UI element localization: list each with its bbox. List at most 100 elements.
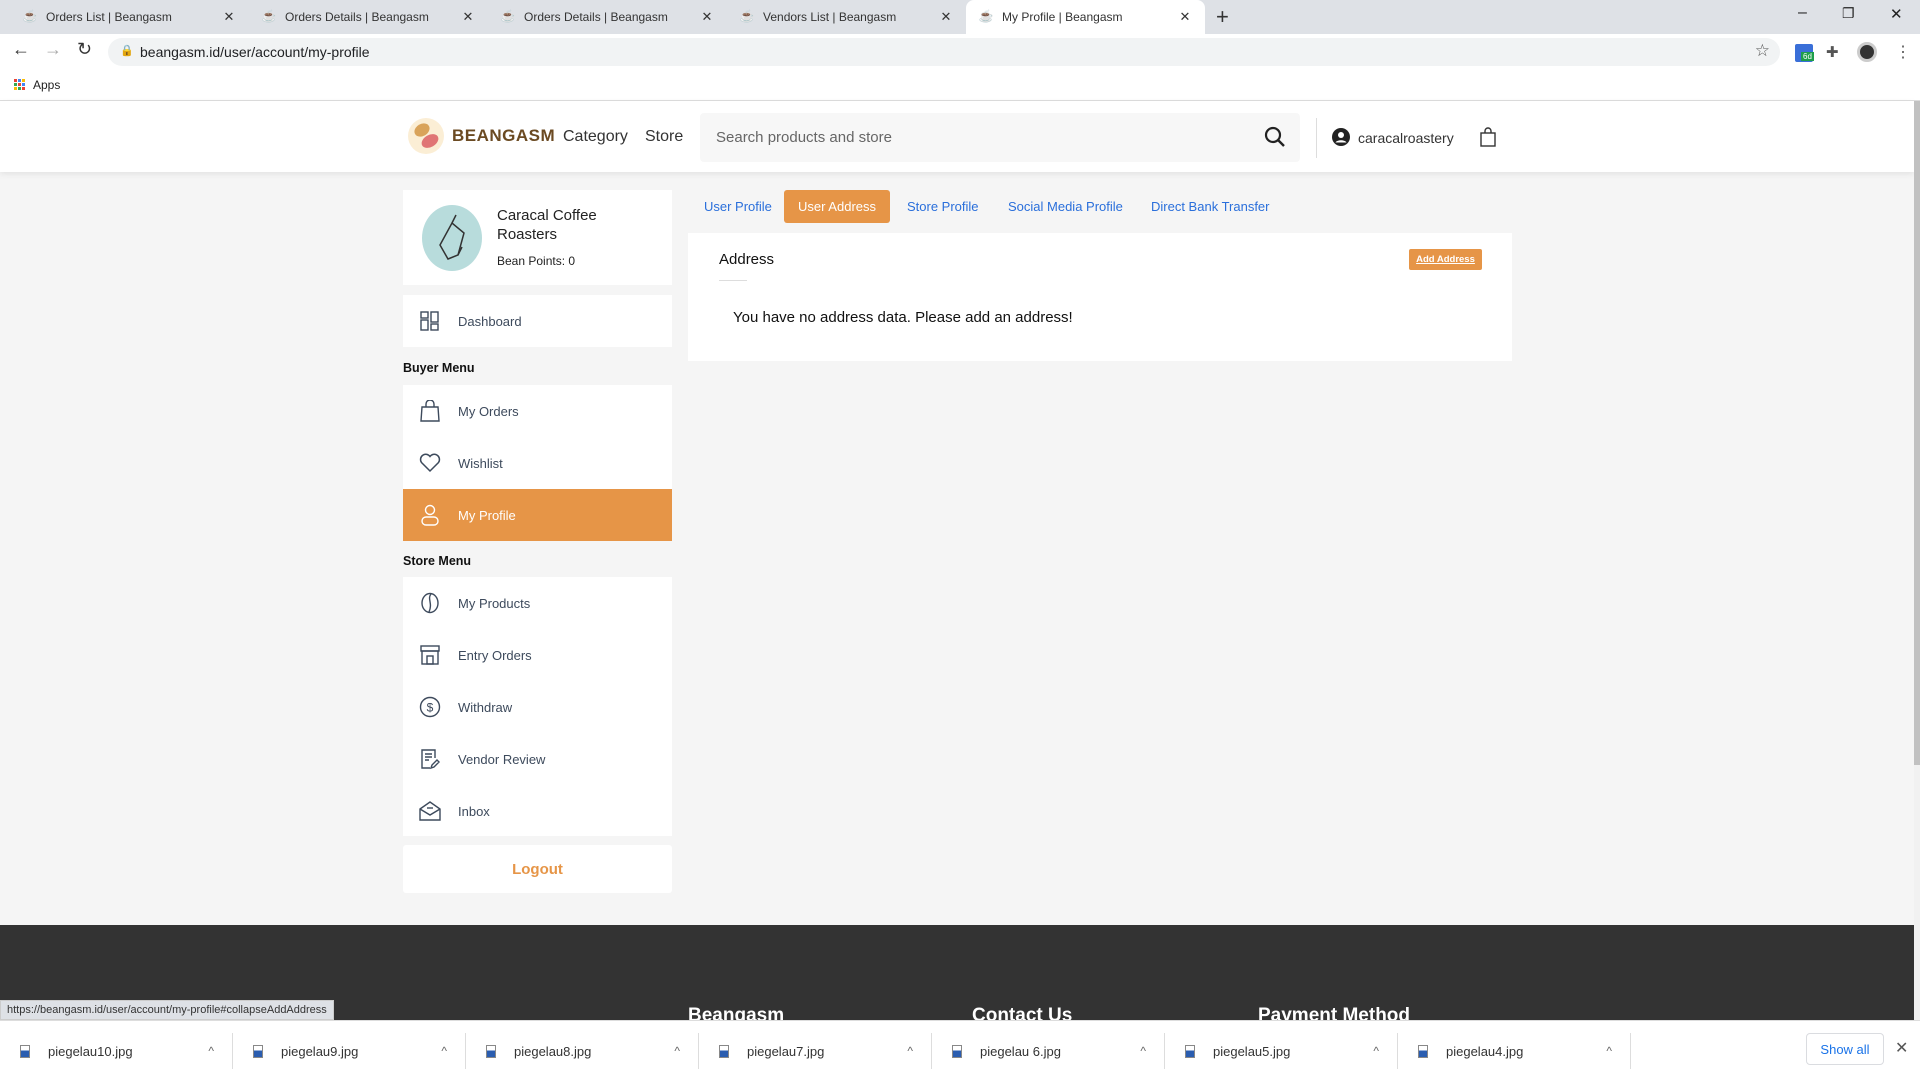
favicon-icon: ☕ [261,9,277,23]
back-icon[interactable]: ← [12,39,30,60]
close-window-button[interactable]: ✕ [1890,5,1903,23]
buyer-menu: My Orders Wishlist My Profile [403,385,672,541]
sidebar-item-wishlist[interactable]: Wishlist [403,437,672,489]
chevron-up-icon[interactable]: ^ [441,1044,447,1058]
shopping-bag-icon [419,400,441,422]
chevron-up-icon[interactable]: ^ [1606,1044,1612,1058]
chevron-up-icon[interactable]: ^ [1373,1044,1379,1058]
nav-store[interactable]: Store [645,128,683,146]
download-item[interactable]: piegelau10.jpg ^ [0,1033,233,1069]
tab-user-address[interactable]: User Address [784,190,890,223]
extension-icon[interactable]: 6d [1795,44,1814,62]
restore-button[interactable]: ❐ [1842,5,1855,22]
tab-user-profile[interactable]: User Profile [694,190,782,223]
address-title: Address [719,251,775,268]
sidebar-item-dashboard[interactable]: Dashboard [403,295,672,347]
scrollbar-thumb[interactable] [1914,101,1920,765]
bookmark-star-icon[interactable]: ☆ [1755,41,1770,61]
tab-social-media-profile[interactable]: Social Media Profile [998,190,1133,223]
favicon-icon: ☕ [739,9,755,23]
dashboard-card: Dashboard [403,295,672,347]
favicon-icon: ☕ [500,9,516,23]
file-icon [20,1044,30,1058]
file-icon [1185,1044,1195,1058]
search-icon[interactable] [1264,126,1286,148]
dashboard-grid-icon [419,310,441,332]
file-icon [1418,1044,1428,1058]
dollar-circle-icon: $ [419,696,441,718]
reload-icon[interactable]: ↻ [77,39,92,60]
chevron-up-icon[interactable]: ^ [1140,1044,1146,1058]
forward-icon[interactable]: → [44,39,62,60]
chevron-up-icon[interactable]: ^ [674,1044,680,1058]
store-menu: My Products Entry Orders $ Withdraw Vend… [403,577,672,836]
profile-card: Caracal Coffee Roasters Bean Points: 0 [403,190,672,285]
logout-button[interactable]: Logout [403,845,672,893]
user-circle-icon[interactable] [1332,128,1350,146]
favicon-icon: ☕ [22,9,38,23]
browser-tab[interactable]: ☕ Orders Details | Beangasm ✕ [488,0,727,34]
show-all-button[interactable]: Show all [1806,1033,1884,1065]
scrollbar-track[interactable] [1914,101,1920,1020]
browser-tab[interactable]: ☕ Orders List | Beangasm ✕ [10,0,249,34]
review-edit-icon [419,748,441,770]
browser-tab-active[interactable]: ☕ My Profile | Beangasm ✕ [966,0,1205,34]
close-tab-icon[interactable]: ✕ [938,9,954,25]
empty-address-message: You have no address data. Please add an … [733,309,1073,326]
apps-bookmark[interactable]: Apps [33,78,60,92]
browser-tab[interactable]: ☕ Orders Details | Beangasm ✕ [249,0,488,34]
logo-text[interactable]: BEANGASM [452,126,555,146]
cart-bag-icon[interactable] [1480,127,1496,147]
address-bar[interactable]: 🔒 beangasm.id/user/account/my-profile ☆ [108,38,1780,66]
logo-icon[interactable] [408,118,444,154]
browser-tab-bar: ☕ Orders List | Beangasm ✕ ☕ Orders Details… [0,0,1920,34]
minimize-button[interactable]: – [1798,4,1807,22]
add-address-button[interactable]: Add Address [1409,249,1482,270]
browser-tab[interactable]: ☕ Vendors List | Beangasm ✕ [727,0,966,34]
svg-text:$: $ [427,701,434,715]
title-underline [719,280,747,281]
sidebar-item-entry-orders[interactable]: Entry Orders [403,629,672,681]
extensions-puzzle-icon[interactable]: ✚ [1826,43,1839,61]
heart-icon [419,452,441,474]
sidebar-item-my-orders[interactable]: My Orders [403,385,672,437]
username-link[interactable]: caracalroastery [1358,130,1454,146]
store-name: Caracal Coffee Roasters [497,207,597,243]
download-item[interactable]: piegelau9.jpg ^ [233,1033,466,1069]
sidebar-item-my-products[interactable]: My Products [403,577,672,629]
bookmarks-bar: Apps [0,69,1920,101]
close-tab-icon[interactable]: ✕ [699,9,715,25]
coffee-bean-icon [419,592,441,614]
file-icon [719,1044,729,1058]
search-input[interactable]: Search products and store [700,113,1300,162]
close-tab-icon[interactable]: ✕ [221,9,237,25]
sidebar-item-inbox[interactable]: Inbox [403,785,672,837]
status-url-bubble: https://beangasm.id/user/account/my-prof… [0,1000,334,1020]
tab-store-profile[interactable]: Store Profile [897,190,989,223]
download-item[interactable]: piegelau4.jpg ^ [1398,1033,1631,1069]
sidebar-item-my-profile[interactable]: My Profile [403,489,672,541]
browser-menu-icon[interactable]: ⋮ [1895,42,1911,62]
download-item[interactable]: piegelau 6.jpg ^ [932,1033,1165,1069]
chevron-up-icon[interactable]: ^ [208,1044,214,1058]
download-item[interactable]: piegelau8.jpg ^ [466,1033,699,1069]
profile-avatar[interactable] [1857,42,1877,62]
file-icon [486,1044,496,1058]
close-tab-icon[interactable]: ✕ [1177,9,1193,25]
file-icon [253,1044,263,1058]
sidebar-item-vendor-review[interactable]: Vendor Review [403,733,672,785]
download-item[interactable]: piegelau7.jpg ^ [699,1033,932,1069]
close-tab-icon[interactable]: ✕ [460,9,476,25]
downloads-bar: piegelau10.jpg ^ piegelau9.jpg ^ piegelau8… [0,1020,1920,1080]
user-icon [419,504,441,526]
favicon-icon: ☕ [978,9,994,23]
download-item[interactable]: piegelau5.jpg ^ [1165,1033,1398,1069]
tab-direct-bank-transfer[interactable]: Direct Bank Transfer [1141,190,1280,223]
sidebar-item-withdraw[interactable]: $ Withdraw [403,681,672,733]
chevron-up-icon[interactable]: ^ [907,1044,913,1058]
nav-category[interactable]: Category [563,128,628,146]
store-icon [419,644,441,666]
new-tab-button[interactable]: + [1216,4,1229,30]
close-downloads-icon[interactable]: ✕ [1895,1038,1908,1058]
apps-grid-icon [14,79,25,90]
